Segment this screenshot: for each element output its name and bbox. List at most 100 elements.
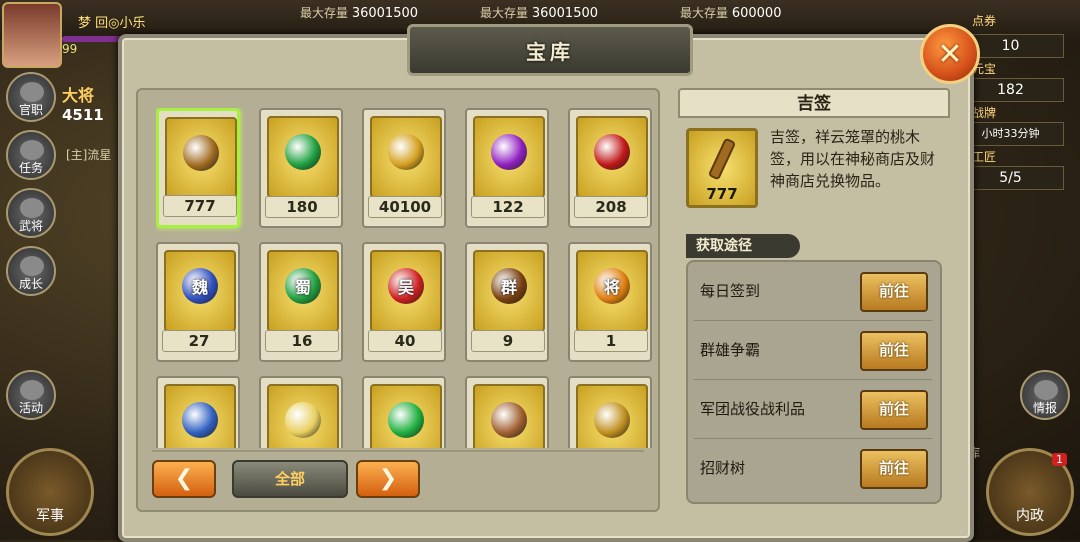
prev-page-button[interactable]: ❮ xyxy=(152,460,216,498)
slot-icon-frame: 群 xyxy=(473,250,545,332)
inventory-slot[interactable]: 吴 40 xyxy=(362,242,446,362)
quest-icon xyxy=(20,140,44,160)
source-label: 军团战役战利品 xyxy=(700,400,806,418)
jade-pendant-icon xyxy=(388,402,424,438)
inventory-slot[interactable]: 122 xyxy=(465,108,549,228)
slot-icon-frame xyxy=(576,116,648,198)
source-row: 每日签到 前往 xyxy=(694,262,932,321)
left-btn-label: 活动 xyxy=(18,401,43,415)
treasury-dialog: 宝库 ✕ 777 180 40100 122 208 魏 27 蜀 16 吴 40 群 9 将 1 ❮ 全部… xyxy=(118,24,980,542)
item-detail-icon: 777 xyxy=(686,128,758,208)
artisan-label: 工匠 xyxy=(971,150,996,164)
source-label: 群雄争霸 xyxy=(700,341,761,359)
slot-count: 122 xyxy=(471,196,545,218)
left-btn-label: 成长 xyxy=(18,277,43,291)
inventory-panel: 777 180 40100 122 208 魏 27 蜀 16 吴 40 群 9 将 1 ❮ 全部 ❯ xyxy=(136,88,660,512)
player-name: 梦 回◎小乐 xyxy=(78,16,146,31)
left-btn-generals[interactable]: 武将 xyxy=(6,188,56,238)
inventory-slot[interactable]: 777 xyxy=(156,108,240,228)
talisman-icon xyxy=(183,135,219,171)
left-btn-quest[interactable]: 任务 xyxy=(6,130,56,180)
close-button[interactable]: ✕ xyxy=(920,24,980,84)
slot-icon-frame xyxy=(473,116,545,198)
slot-count: 27 xyxy=(162,330,236,352)
source-row: 军团战役战利品 前往 xyxy=(694,380,932,439)
right-btn-intel[interactable]: 情报 xyxy=(1020,370,1070,420)
slot-glyph: 群 xyxy=(500,278,517,297)
slot-count: 40100 xyxy=(368,196,442,218)
inventory-slot[interactable]: 208 xyxy=(568,108,652,228)
slot-count: 16 xyxy=(265,330,339,352)
right-btn-label: 情报 xyxy=(1032,401,1057,415)
goto-button[interactable]: 前往 xyxy=(860,449,928,489)
military-button[interactable]: 军事 xyxy=(6,448,94,536)
player-avatar[interactable] xyxy=(2,2,62,68)
slot-glyph: 将 xyxy=(603,278,620,297)
growth-icon xyxy=(20,256,44,276)
goto-button[interactable]: 前往 xyxy=(860,272,928,312)
slot-icon-frame xyxy=(165,117,237,199)
quest-label: [主]流星 xyxy=(66,148,112,162)
slot-count: 208 xyxy=(574,196,648,218)
domestic-button[interactable]: 内政 1 xyxy=(986,448,1074,536)
source-list[interactable]: 每日签到 前往 群雄争霸 前往 军团战役战利品 前往 招财树 前往 xyxy=(686,260,942,504)
filter-all-button[interactable]: 全部 xyxy=(232,460,348,498)
jade-disc-icon xyxy=(285,134,321,170)
left-btn-growth[interactable]: 成长 xyxy=(6,246,56,296)
coupon-label: 点券 xyxy=(971,14,996,28)
yellow-powder-icon xyxy=(285,402,321,438)
left-btn-label: 任务 xyxy=(18,161,43,175)
slot-icon-frame xyxy=(164,384,236,448)
item-detail-count: 777 xyxy=(706,185,738,203)
inventory-slot[interactable]: 魏 27 xyxy=(156,242,240,362)
left-btn-events[interactable]: 活动 xyxy=(6,370,56,420)
slot-icon-frame xyxy=(473,384,545,448)
source-row: 群雄争霸 前往 xyxy=(694,321,932,380)
slot-glyph: 蜀 xyxy=(294,278,311,297)
close-icon: ✕ xyxy=(937,36,963,72)
source-row: 招财树 前往 xyxy=(694,439,932,497)
inventory-slot[interactable] xyxy=(465,376,549,448)
left-btn-label: 官职 xyxy=(18,103,43,117)
chevron-left-icon: ❮ xyxy=(174,466,194,491)
inventory-slot[interactable]: 将1 xyxy=(568,242,652,362)
item-description: 吉签，祥云笼罩的桃木签，用以在神秘商店及财神商店兑换物品。 xyxy=(770,128,936,190)
domestic-label: 内政 xyxy=(1016,508,1044,524)
inventory-slot[interactable]: 40100 xyxy=(362,108,446,228)
pager-bar: ❮ 全部 ❯ xyxy=(152,450,644,500)
storage-value: 36001500 xyxy=(531,6,599,21)
inventory-grid[interactable]: 777 180 40100 122 208 魏 27 蜀 16 吴 40 群 9 将 1 xyxy=(156,108,656,448)
inventory-slot[interactable]: 群9 xyxy=(465,242,549,362)
source-label: 招财树 xyxy=(700,459,746,477)
inventory-slot[interactable] xyxy=(156,376,240,448)
slot-count: 180 xyxy=(265,196,339,218)
slot-icon-frame: 蜀 xyxy=(267,250,339,332)
inventory-slot[interactable] xyxy=(362,376,446,448)
left-btn-official[interactable]: 官职 xyxy=(6,72,56,122)
dialog-title: 宝库 xyxy=(526,39,574,64)
inventory-slot[interactable]: 蜀 16 xyxy=(259,242,343,362)
storage-value: 600000 xyxy=(731,6,782,21)
goto-button[interactable]: 前往 xyxy=(860,331,928,371)
quest-tracker[interactable]: [主]流星 xyxy=(66,146,111,163)
storage-value: 36001500 xyxy=(351,6,419,21)
item-detail-title: 吉签 xyxy=(678,88,950,118)
shield-token-icon xyxy=(594,402,630,438)
general-label: 大将 xyxy=(62,86,95,105)
gold-bar-icon xyxy=(388,134,424,170)
official-icon xyxy=(20,82,44,102)
military-label: 军事 xyxy=(36,508,64,524)
goto-button[interactable]: 前往 xyxy=(860,390,928,430)
events-icon xyxy=(20,380,44,400)
slot-icon-frame: 将 xyxy=(576,250,648,332)
inventory-slot[interactable] xyxy=(568,376,652,448)
inventory-slot[interactable]: 180 xyxy=(259,108,343,228)
item-detail-panel: 吉签 777 吉签，祥云笼罩的桃木签，用以在神秘商店及财神商店兑换物品。 获取途… xyxy=(678,88,950,508)
purple-gem-icon xyxy=(491,134,527,170)
general-value: 4511 xyxy=(62,106,104,124)
inventory-slot[interactable] xyxy=(259,376,343,448)
source-header: 获取途径 xyxy=(686,234,800,258)
slot-count: 1 xyxy=(574,330,648,352)
next-page-button[interactable]: ❯ xyxy=(356,460,420,498)
slot-icon-frame xyxy=(576,384,648,448)
